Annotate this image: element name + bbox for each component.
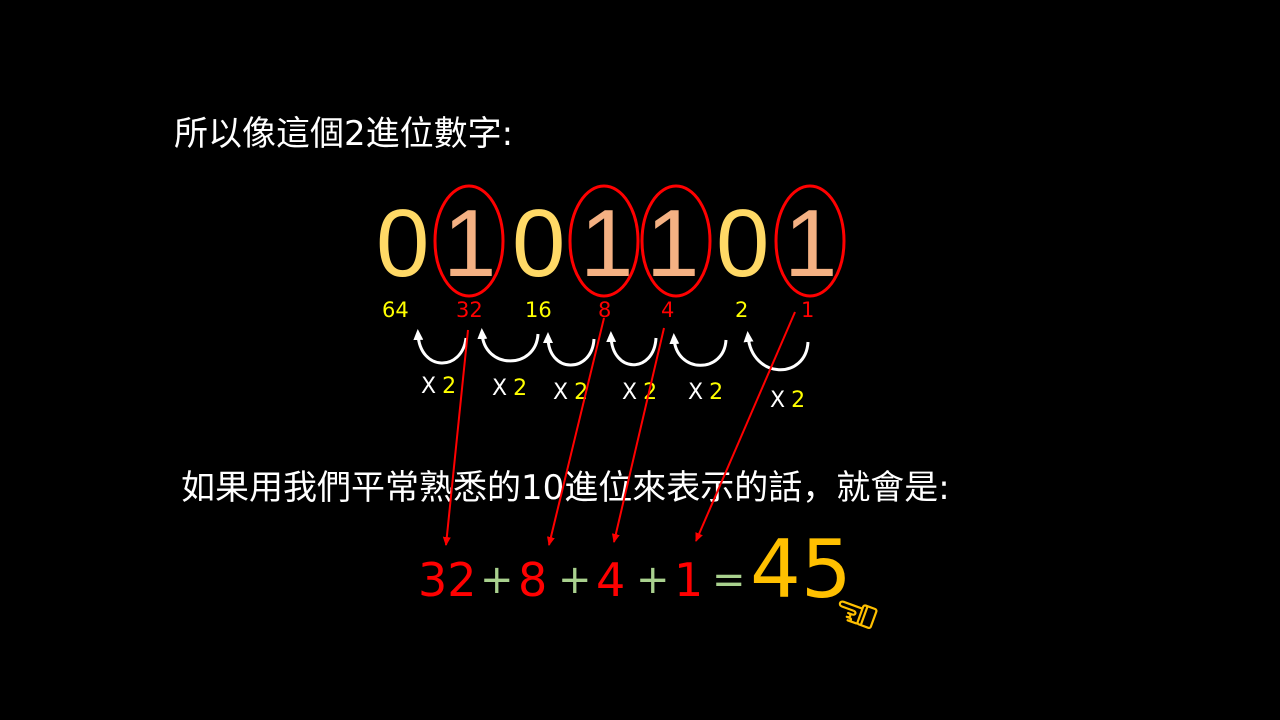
curved-arrow [669, 333, 728, 367]
curved-arrow [606, 331, 658, 367]
highlight-circle [640, 184, 712, 298]
red-pointer-arrow [695, 311, 796, 542]
highlight-circle [774, 184, 846, 298]
curved-arrow [477, 328, 540, 363]
highlight-circle [568, 184, 640, 298]
curved-arrow [543, 332, 596, 367]
diagram-overlay [413, 184, 878, 630]
highlight-circle [433, 184, 505, 298]
red-pointer-arrow [546, 317, 605, 546]
pointing-hand-icon [838, 600, 878, 630]
curved-arrow [413, 329, 468, 365]
